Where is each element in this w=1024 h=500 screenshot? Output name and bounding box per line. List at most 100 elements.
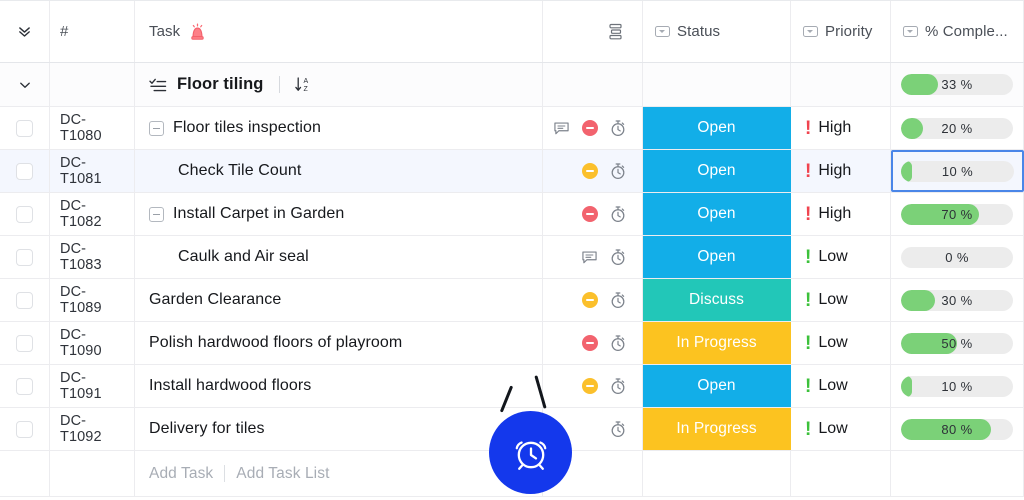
- row-status-cell[interactable]: In Progress: [643, 408, 791, 450]
- header-percent-complete-column[interactable]: % Comple...: [891, 1, 1024, 62]
- group-percent-cell[interactable]: 33 %: [891, 63, 1024, 106]
- row-checkbox-cell[interactable]: [0, 107, 50, 149]
- group-priority-cell: [791, 63, 891, 106]
- yellow-status-badge-icon[interactable]: [582, 378, 598, 394]
- row-percent-cell[interactable]: 50 %: [891, 322, 1024, 364]
- row-percent-cell[interactable]: 70 %: [891, 193, 1024, 235]
- row-status-cell[interactable]: Open: [643, 236, 791, 278]
- table-row[interactable]: DC-T1080Floor tiles inspection Open!High2…: [0, 107, 1024, 150]
- row-status-cell[interactable]: Open: [643, 150, 791, 192]
- row-task-name-cell[interactable]: Caulk and Air seal: [135, 236, 543, 278]
- row-percent-cell[interactable]: 0 %: [891, 236, 1024, 278]
- row-checkbox-cell[interactable]: [0, 408, 50, 450]
- priority-exclamation-icon: !: [805, 205, 811, 224]
- progress-bar: 0 %: [901, 247, 1013, 268]
- row-id-cell[interactable]: DC-T1092: [50, 408, 135, 450]
- header-list-options-button[interactable]: [543, 1, 643, 62]
- row-checkbox-cell[interactable]: [0, 365, 50, 407]
- percent-label: 0 %: [901, 247, 1013, 268]
- row-checkbox[interactable]: [16, 249, 33, 266]
- table-row[interactable]: DC-T1081 Check Tile Count Open!High10 %: [0, 150, 1024, 193]
- row-id-cell[interactable]: DC-T1081: [50, 150, 135, 192]
- row-id-cell[interactable]: DC-T1082: [50, 193, 135, 235]
- alarm-reminder-button[interactable]: [489, 411, 572, 494]
- row-status-cell[interactable]: In Progress: [643, 322, 791, 364]
- add-row-percent-cell: [891, 451, 1024, 496]
- row-icons-cell: [543, 236, 643, 278]
- row-priority-cell[interactable]: !High: [791, 107, 891, 149]
- row-checkbox-cell[interactable]: [0, 236, 50, 278]
- row-id-cell[interactable]: DC-T1090: [50, 322, 135, 364]
- row-id-cell[interactable]: DC-T1091: [50, 365, 135, 407]
- red-status-badge-icon[interactable]: [582, 206, 598, 222]
- status-badge: Discuss: [689, 291, 744, 309]
- row-priority-cell[interactable]: !Low: [791, 236, 891, 278]
- row-priority-cell[interactable]: !Low: [791, 322, 891, 364]
- group-collapse-button[interactable]: [0, 63, 50, 106]
- row-checkbox[interactable]: [16, 421, 33, 438]
- row-task-name-cell[interactable]: Polish hardwood floors of playroom: [135, 322, 543, 364]
- row-status-cell[interactable]: Discuss: [643, 279, 791, 321]
- row-task-name-cell[interactable]: Garden Clearance: [135, 279, 543, 321]
- header-priority-column[interactable]: Priority: [791, 1, 891, 62]
- row-checkbox-cell[interactable]: [0, 193, 50, 235]
- row-task-name-cell[interactable]: Check Tile Count: [135, 150, 543, 192]
- row-checkbox[interactable]: [16, 163, 33, 180]
- row-percent-cell[interactable]: 10 %: [891, 150, 1024, 192]
- yellow-status-badge-icon[interactable]: [582, 163, 598, 179]
- row-checkbox[interactable]: [16, 206, 33, 223]
- add-task-list-button[interactable]: Add Task List: [236, 465, 329, 483]
- row-id-cell[interactable]: DC-T1083: [50, 236, 135, 278]
- add-task-button[interactable]: Add Task: [149, 465, 213, 483]
- header-task-column[interactable]: Task: [135, 1, 543, 62]
- collapse-task-icon[interactable]: [149, 207, 164, 222]
- collapse-task-icon[interactable]: [149, 121, 164, 136]
- row-status-cell[interactable]: Open: [643, 365, 791, 407]
- row-checkbox[interactable]: [16, 120, 33, 137]
- table-row[interactable]: DC-T1082Install Carpet in Garden Open!Hig…: [0, 193, 1024, 236]
- row-priority-cell[interactable]: !Low: [791, 408, 891, 450]
- red-status-badge-icon[interactable]: [582, 120, 598, 136]
- row-task-name-cell[interactable]: Delivery for tiles: [135, 408, 543, 450]
- row-percent-cell[interactable]: 30 %: [891, 279, 1024, 321]
- header-collapse-all-button[interactable]: [0, 1, 50, 62]
- group-status-cell: [643, 63, 791, 106]
- row-checkbox[interactable]: [16, 292, 33, 309]
- row-checkbox-cell[interactable]: [0, 279, 50, 321]
- row-id-cell[interactable]: DC-T1080: [50, 107, 135, 149]
- row-id-cell[interactable]: DC-T1089: [50, 279, 135, 321]
- row-checkbox[interactable]: [16, 378, 33, 395]
- priority-exclamation-icon: !: [805, 334, 811, 353]
- task-group-row[interactable]: Floor tiling A Z 33 %: [0, 63, 1024, 107]
- group-title-cell[interactable]: Floor tiling A Z: [135, 63, 543, 106]
- row-task-id: DC-T1081: [60, 155, 124, 187]
- row-priority-cell[interactable]: !Low: [791, 279, 891, 321]
- header-number-column[interactable]: #: [50, 1, 135, 62]
- header-status-column[interactable]: Status: [643, 1, 791, 62]
- row-checkbox[interactable]: [16, 335, 33, 352]
- row-priority-cell[interactable]: !High: [791, 193, 891, 235]
- row-task-name-cell[interactable]: Install Carpet in Garden: [135, 193, 543, 235]
- row-percent-cell[interactable]: 80 %: [891, 408, 1024, 450]
- table-row[interactable]: DC-T1090Polish hardwood floors of playro…: [0, 322, 1024, 365]
- red-status-badge-icon[interactable]: [582, 335, 598, 351]
- row-status-cell[interactable]: Open: [643, 107, 791, 149]
- row-priority-cell[interactable]: !High: [791, 150, 891, 192]
- svg-text:Z: Z: [304, 86, 309, 93]
- timer-icon: [610, 291, 626, 309]
- table-row[interactable]: DC-T1083Caulk and Air seal Open!Low 0 %: [0, 236, 1024, 279]
- percent-label: 50 %: [901, 333, 1013, 354]
- row-priority-cell[interactable]: !Low: [791, 365, 891, 407]
- status-badge: In Progress: [676, 334, 756, 352]
- row-task-name-cell[interactable]: Install hardwood floors: [135, 365, 543, 407]
- row-checkbox-cell[interactable]: [0, 322, 50, 364]
- row-percent-cell[interactable]: 10 %: [891, 365, 1024, 407]
- row-task-name-cell[interactable]: Floor tiles inspection: [135, 107, 543, 149]
- table-row[interactable]: DC-T1089Garden Clearance Discuss !Low30 %: [0, 279, 1024, 322]
- yellow-status-badge-icon[interactable]: [582, 292, 598, 308]
- row-status-cell[interactable]: Open: [643, 193, 791, 235]
- progress-bar: 10 %: [901, 376, 1013, 397]
- row-percent-cell[interactable]: 20 %: [891, 107, 1024, 149]
- percent-label: 10 %: [901, 376, 1013, 397]
- row-checkbox-cell[interactable]: [0, 150, 50, 192]
